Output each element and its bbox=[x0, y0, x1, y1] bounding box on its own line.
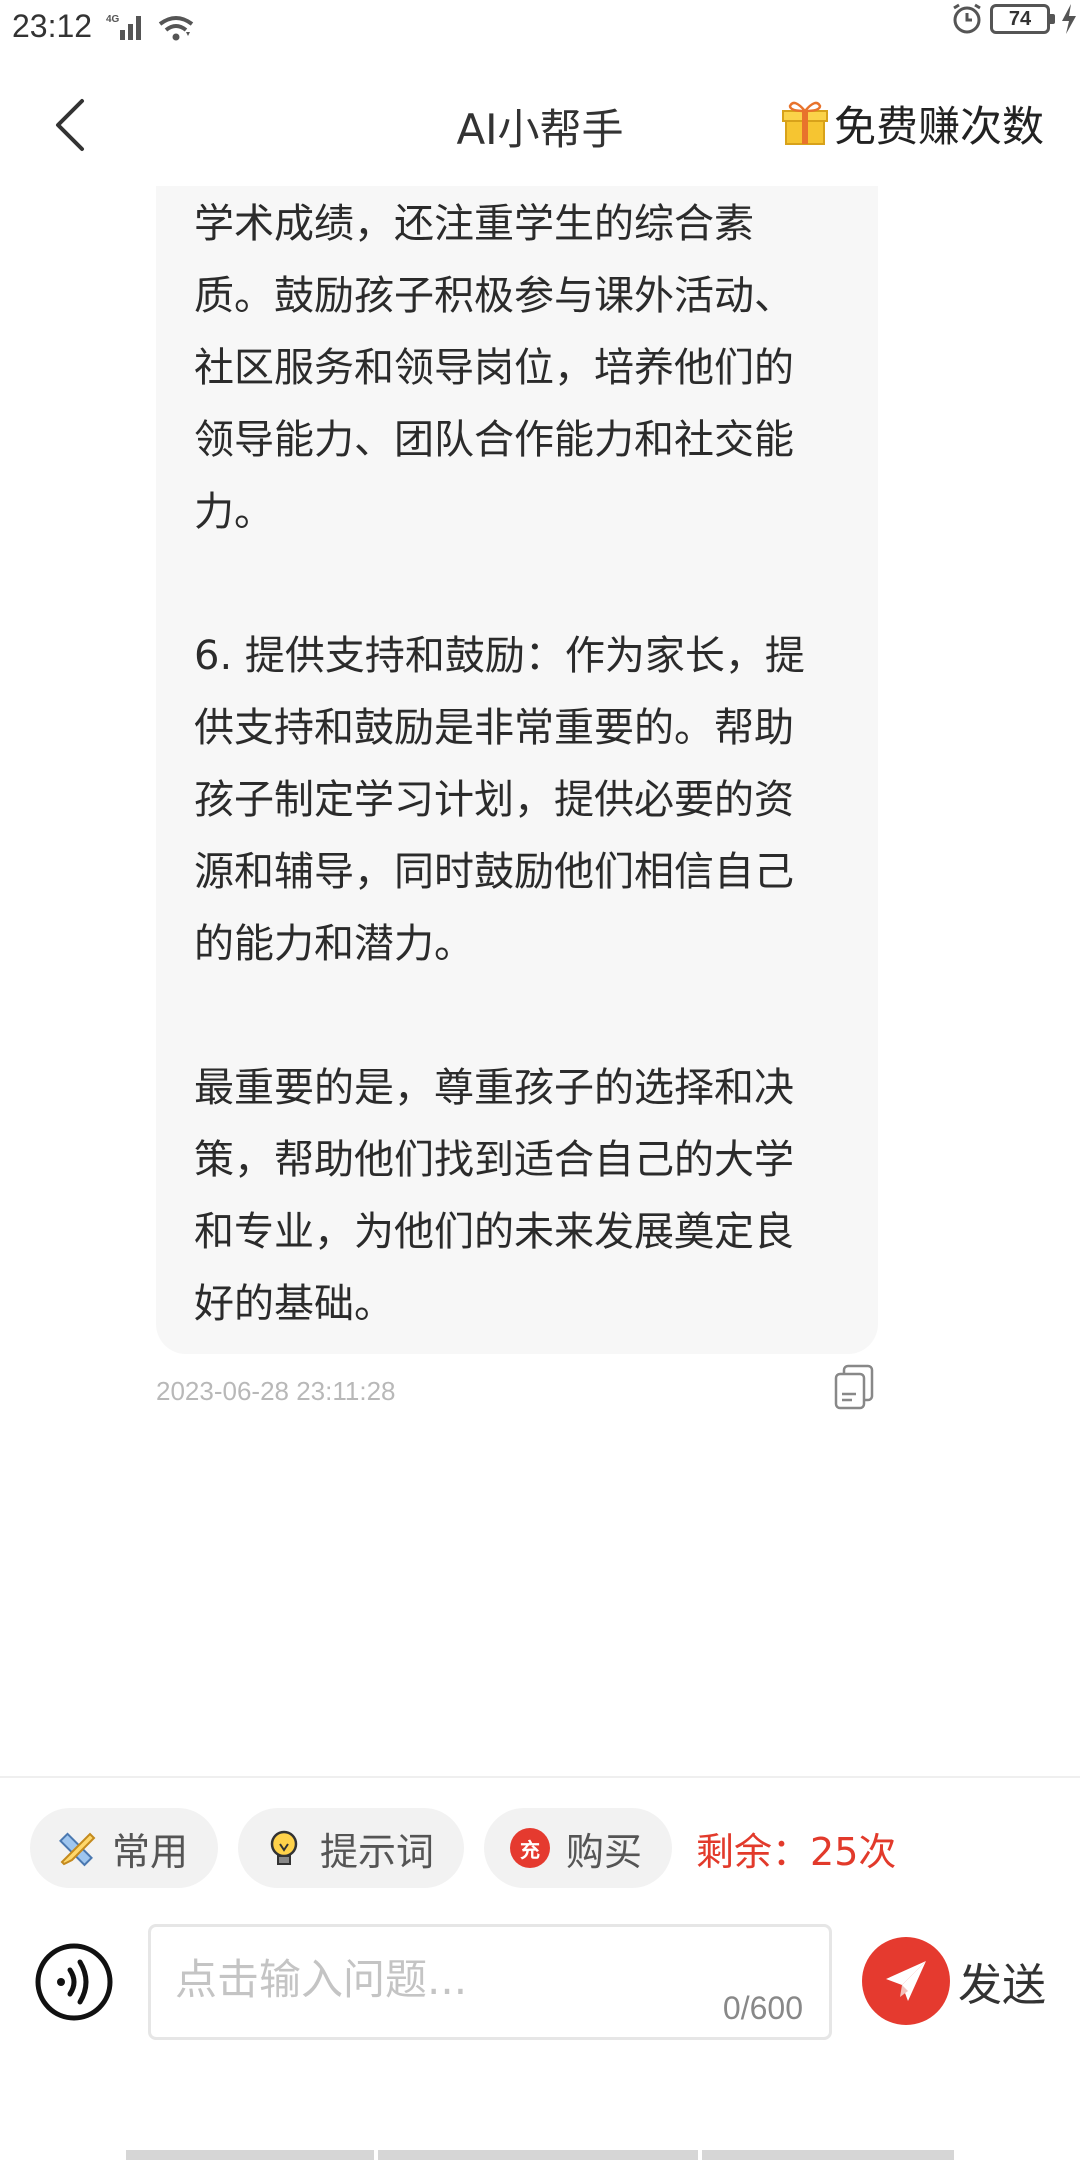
copy-icon[interactable] bbox=[832, 1364, 876, 1412]
gesture-bar bbox=[126, 2150, 954, 2160]
battery-icon: 74 bbox=[990, 4, 1055, 34]
gesture-bar-segment bbox=[702, 2150, 954, 2160]
voice-icon[interactable] bbox=[34, 1942, 114, 2022]
composer: 0/600 发送 bbox=[0, 1920, 1080, 2040]
send-button[interactable]: 发送 bbox=[862, 1936, 1046, 2026]
gift-icon bbox=[781, 101, 828, 145]
status-time: 23:12 bbox=[12, 8, 93, 44]
ai-message-bubble: 学术成绩，还注重学生的综合素 质。鼓励孩子积极参与课外活动、 社区服务和领导岗位… bbox=[156, 186, 878, 1354]
earn-free-uses-label: 免费赚次数 bbox=[833, 101, 1044, 151]
prompt-words-button[interactable]: 提示词 bbox=[238, 1808, 465, 1888]
question-input-box[interactable]: 0/600 bbox=[148, 1924, 832, 2040]
message-timestamp: 2023-06-28 23:11:28 bbox=[156, 1376, 396, 1406]
earn-free-uses-button[interactable]: 免费赚次数 bbox=[780, 90, 1044, 156]
char-counter: 0/600 bbox=[722, 1990, 803, 2026]
wifi-icon bbox=[158, 16, 194, 41]
network-type: 4G bbox=[106, 14, 120, 25]
send-label: 发送 bbox=[958, 1960, 1046, 2011]
recharge-badge-icon: 充 bbox=[508, 1826, 552, 1870]
status-bar: 23:12 4G 74 bbox=[0, 0, 1080, 56]
common-button[interactable]: 常用 bbox=[30, 1808, 219, 1888]
buy-label: 购买 bbox=[566, 1829, 643, 1874]
paper-plane-icon bbox=[862, 1937, 950, 2025]
common-label: 常用 bbox=[112, 1829, 189, 1874]
lightbulb-icon bbox=[262, 1826, 306, 1870]
gesture-bar-segment bbox=[126, 2150, 374, 2160]
quick-actions-bar: 常用 提示词 充 购买 剩余：25次 bbox=[30, 1808, 896, 1888]
signal-icon: 4G bbox=[106, 14, 141, 40]
divider bbox=[0, 1776, 1080, 1778]
remaining-uses: 剩余：25次 bbox=[696, 1829, 897, 1874]
alarm-icon bbox=[953, 3, 981, 34]
ai-message-text: 学术成绩，还注重学生的综合素 质。鼓励孩子积极参与课外活动、 社区服务和领导岗位… bbox=[194, 201, 805, 1327]
charging-icon bbox=[1062, 4, 1076, 34]
app-header: AI小帮手 免费赚次数 bbox=[0, 76, 1080, 186]
buy-button[interactable]: 充 购买 bbox=[484, 1808, 673, 1888]
gesture-bar-segment bbox=[378, 2150, 698, 2160]
question-input[interactable] bbox=[175, 1949, 735, 2009]
prompt-words-label: 提示词 bbox=[320, 1829, 435, 1874]
recharge-badge: 充 bbox=[510, 1828, 551, 1868]
pencil-ruler-icon bbox=[54, 1826, 98, 1870]
